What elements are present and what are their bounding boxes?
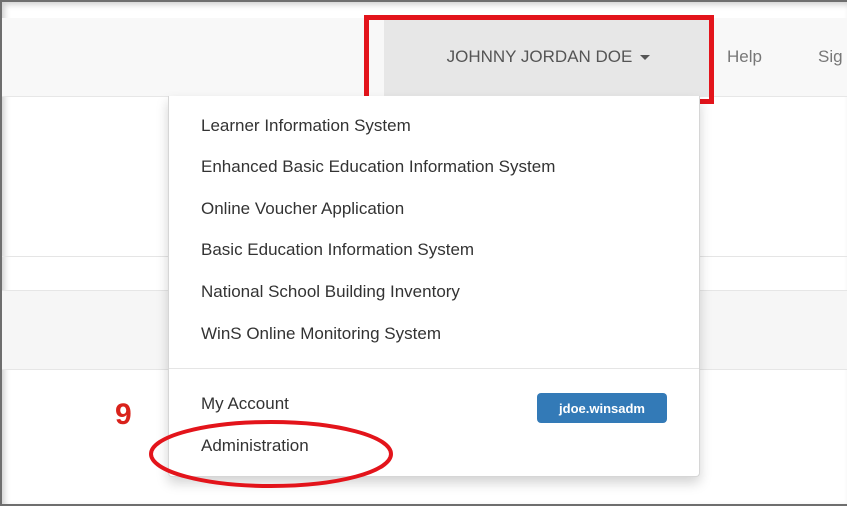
step-number-annotation: 9 bbox=[115, 398, 132, 431]
sign-out-link[interactable]: Sig bbox=[818, 18, 843, 96]
menu-item-my-account[interactable]: My Account bbox=[201, 394, 289, 414]
user-dropdown-menu: Learner Information System Enhanced Basi… bbox=[168, 96, 700, 477]
menu-item-lis[interactable]: Learner Information System bbox=[201, 116, 411, 136]
menu-item-wins-oms[interactable]: WinS Online Monitoring System bbox=[201, 324, 441, 344]
username-badge: jdoe.winsadm bbox=[537, 393, 667, 423]
user-name-label: JOHNNY JORDAN DOE bbox=[446, 47, 633, 66]
menu-item-nsbi[interactable]: National School Building Inventory bbox=[201, 282, 460, 302]
menu-item-beis[interactable]: Basic Education Information System bbox=[201, 240, 474, 260]
menu-item-ova[interactable]: Online Voucher Application bbox=[201, 199, 404, 219]
user-menu-toggle[interactable]: JOHNNY JORDAN DOE bbox=[384, 18, 713, 96]
menu-divider bbox=[169, 368, 699, 369]
help-link[interactable]: Help bbox=[727, 18, 762, 96]
menu-item-ebeis[interactable]: Enhanced Basic Education Information Sys… bbox=[201, 157, 555, 177]
caret-down-icon bbox=[640, 54, 651, 60]
menu-item-administration[interactable]: Administration bbox=[201, 436, 309, 456]
